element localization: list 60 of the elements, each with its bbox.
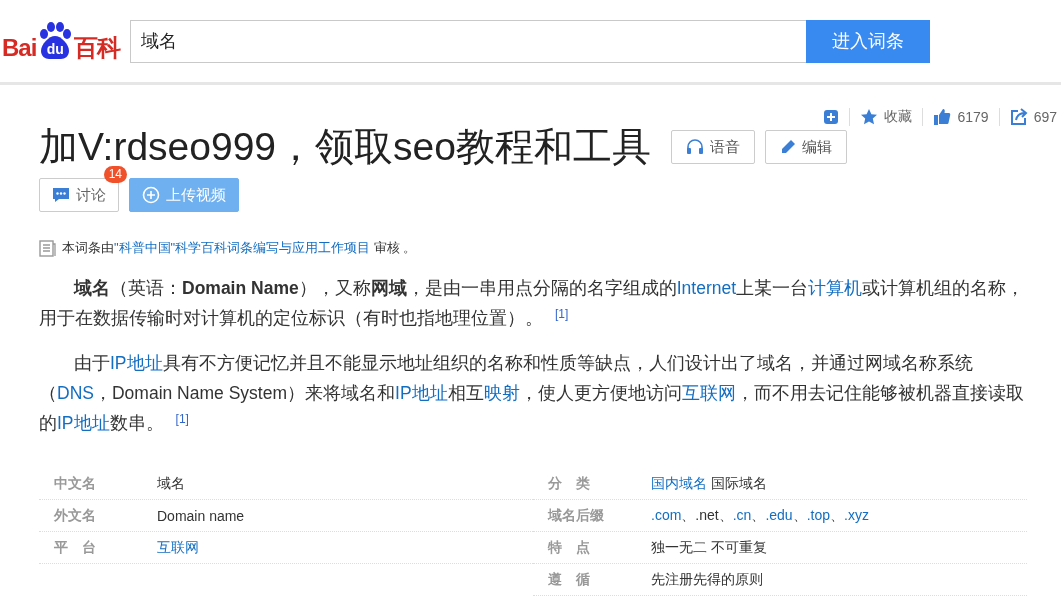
voice-button[interactable]: 语音	[670, 130, 755, 164]
share-button[interactable]: 697	[1009, 108, 1057, 126]
project-link[interactable]: "科普中国"科学百科词条编写与应用工作项目	[114, 240, 371, 255]
info-label: 遵 循	[547, 570, 591, 589]
info-value: 独一无二 不可重复	[651, 538, 767, 555]
value-link[interactable]: .com	[651, 506, 682, 523]
search-field[interactable]: 域名 进入词条	[130, 19, 931, 63]
pencil-icon	[779, 139, 796, 155]
info-value: 、	[718, 506, 733, 523]
info-label: 分 类	[547, 474, 591, 493]
headphones-icon	[685, 139, 704, 155]
info-label: 平 台	[53, 538, 97, 557]
info-value: 、	[792, 506, 807, 523]
plus-circle-icon	[142, 186, 160, 204]
paragraph: 域名（英语：Domain Name），又称网域，是由一串用点分隔的名字组成的Internet上某一台计算机或计算机组的名称，用于在数据传输时对计算机的定位标识（有时也指地理位置）。 $^{[1]}$	[39, 277, 1026, 330]
enter-entry-button[interactable]: 进入词条	[806, 19, 931, 63]
value-link[interactable]: .xyz	[844, 506, 869, 523]
term-link[interactable]: IP地址	[395, 383, 448, 403]
share-icon	[1009, 108, 1028, 126]
term-link[interactable]: 计算机	[808, 278, 863, 298]
plus-icon	[823, 109, 840, 125]
add-button[interactable]	[823, 109, 840, 125]
reference-link[interactable]: [1]	[555, 307, 569, 321]
term-link[interactable]: 互联网	[681, 383, 736, 403]
star-icon	[860, 108, 879, 126]
info-value: 先注册先得的原则	[651, 570, 763, 587]
star-button[interactable]: 收藏	[860, 108, 913, 126]
document-icon	[39, 239, 56, 257]
entry-title: 加V:rdseo999，领取seo教程和工具	[39, 124, 651, 169]
chat-icon	[52, 187, 70, 203]
value-link[interactable]: .top	[806, 506, 830, 523]
info-value: 国际域名	[709, 474, 767, 491]
review-note: 本词条由"科普中国"科学百科词条编写与应用工作项目 审核 。	[62, 239, 417, 257]
info-value: 、	[830, 506, 844, 523]
like-button[interactable]: 6179	[933, 108, 989, 126]
term-link[interactable]: 映射	[483, 383, 520, 403]
info-value: Domain name	[157, 507, 245, 524]
info-value: 、	[751, 506, 766, 523]
term-link[interactable]: IP地址	[110, 353, 163, 373]
thumbs-up-icon	[933, 108, 952, 126]
info-label: 域名后缀	[546, 506, 605, 525]
value-link[interactable]: 国内域名	[651, 474, 707, 491]
value-link[interactable]: 互联网	[157, 538, 199, 555]
reference-link[interactable]: [1]	[175, 412, 189, 426]
info-label: 外文名	[53, 506, 97, 525]
discussion-button[interactable]: 讨论	[39, 178, 119, 212]
value-link[interactable]: .edu	[765, 506, 793, 523]
paragraph: 由于IP地址具有不方便记忆并且不能显示地址组织的名称和性质等缺点，人们设计出了域名，并通过网域名称系统（DNS，Domain Name System）来将域名和IP地址相互映射，使人更方便地访问互联网，而不用去记住能够被机器直接读取的IP地址数串。 $^{[1]}$	[39, 352, 1025, 435]
term-link[interactable]: IP地址	[57, 413, 110, 433]
edit-button[interactable]: 编辑	[764, 130, 847, 164]
term-link[interactable]: DNS	[57, 383, 94, 403]
info-label: 特 点	[546, 538, 591, 557]
info-value: .net	[695, 506, 719, 523]
info-value: 、	[681, 506, 696, 523]
term-link[interactable]: Internet	[676, 278, 737, 298]
info-label: 中文名	[53, 474, 97, 493]
count-badge: 14	[103, 166, 127, 183]
value-link[interactable]: .cn	[732, 506, 752, 523]
info-value: 域名	[157, 474, 185, 491]
baidu-logo[interactable]: Bai du 百科	[2, 22, 121, 60]
